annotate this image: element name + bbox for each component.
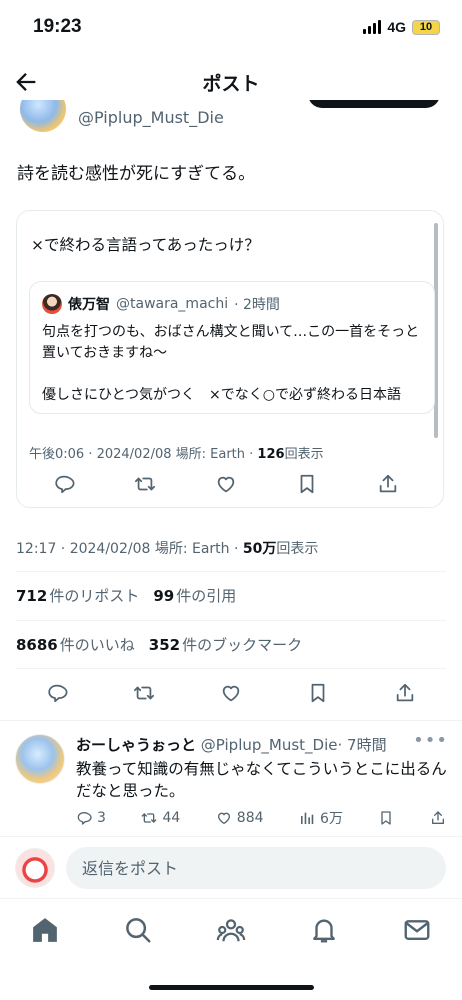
messages-icon[interactable] [402,915,432,945]
reply-age: · 7時間 [337,736,387,754]
reply-post[interactable]: おーしゃうぉっと @Piplup_Must_Die· 7時間 ••• 教養って知… [0,722,462,834]
status-bar: 19:23 4G 10 [0,0,462,56]
reposts-stat[interactable]: 712 件のリポスト [16,587,139,605]
like-icon[interactable] [215,473,237,495]
quoted-author-name[interactable]: 俵万智 [68,294,110,314]
reply-author-name[interactable]: おーしゃうぉっと [76,736,196,754]
quoted-post[interactable]: 俵万智 @tawara_machi · 2時間 句点を打つのも、おばさん構文と聞… [29,281,435,414]
reply-author-avatar[interactable] [15,734,65,784]
quoted-post-age: · 2時間 [234,297,280,313]
communities-icon[interactable] [216,915,246,945]
reply-actions: 3 44 884 6万 [76,808,446,828]
embedded-post-actions [53,473,399,495]
repost-icon [142,813,157,823]
author-avatar[interactable] [20,100,66,132]
follow-button[interactable] [308,100,440,108]
views-label: 回表示 [276,541,319,557]
embedded-post-views: 126 [257,447,285,462]
status-indicators: 4G 10 [363,19,440,35]
reply-icon[interactable] [46,682,68,704]
page-title: ポスト [202,73,260,95]
quoted-post-body: 句点を打つのも、おばさん構文と聞いて…この一首をそっと置いておきますね〜 優しさ… [42,322,422,406]
top-header: ポスト [0,56,462,106]
battery-icon: 10 [412,19,440,35]
divider [0,836,462,837]
notifications-icon[interactable] [309,915,339,945]
reply-views-button[interactable]: 6万 [299,808,343,828]
quoted-author-handle: @tawara_machi [116,296,229,312]
post-time: 12:17 · 2024/02/08 場所: Earth · [16,541,243,557]
quoted-post-line: 句点を打つのも、おばさん構文と聞いて…この一首をそっと置いておきますね〜 [42,324,420,361]
reply-header: おーしゃうぉっと @Piplup_Must_Die· 7時間 [76,734,387,755]
post-text: 詩を読む感性が死にすぎてる。 [17,164,256,184]
divider [0,720,462,721]
search-icon[interactable] [123,915,153,945]
embedded-post-meta: 午後0:06 · 2024/02/08 場所: Earth · 126回表示 [29,443,324,462]
post-meta: 12:17 · 2024/02/08 場所: Earth · 50万回表示 [16,538,318,558]
reply-author-handle: @Piplup_Must_Die [200,736,338,754]
like-count: 884 [236,810,264,826]
home-icon[interactable] [30,915,60,945]
reply-count: 3 [97,810,106,826]
repost-stats-row: 712 件のリポスト 99 件の引用 [16,585,236,606]
views-count: 6万 [320,811,343,827]
bookmark-icon[interactable] [307,682,329,704]
views-label: 回表示 [284,447,324,462]
share-icon[interactable] [394,682,416,704]
like-icon[interactable] [220,682,242,704]
quoted-post-header: 俵万智 @tawara_machi · 2時間 [42,294,280,314]
reply-composer [0,840,462,898]
quoted-post-line: 優しさにひとつ気がつく ×でなく○で必ず終わる日本語 [42,387,401,403]
network-type: 4G [387,19,406,35]
share-icon[interactable] [377,473,399,495]
embedded-post-text: ×で終わる言語ってあったっけ？ [31,236,260,254]
reply-icon[interactable] [53,473,75,495]
like-stats-row: 8686 件のいいね 352 件のブックマーク [16,634,302,655]
reply-icon [77,812,92,825]
analytics-icon [301,812,314,824]
likes-stat[interactable]: 8686 件のいいね [16,636,135,654]
quoted-author-avatar[interactable] [42,294,62,314]
reply-reply-button[interactable]: 3 [76,810,106,826]
reply-repost-button[interactable]: 44 [141,810,180,826]
repost-icon[interactable] [134,473,156,495]
bookmark-icon[interactable] [296,473,318,495]
share-icon[interactable] [430,810,446,826]
embedded-post[interactable]: ×で終わる言語ってあったっけ？ 俵万智 @tawara_machi · 2時間 … [16,210,444,508]
quotes-stat[interactable]: 99 件の引用 [153,587,236,605]
post-views: 50万 [242,541,277,557]
divider [16,668,446,669]
reply-input[interactable] [66,847,446,889]
divider [16,571,446,572]
reply-text: 教養って知識の有無じゃなくてこういうとこに出るんだなと思った。 [76,760,447,800]
bookmarks-stat[interactable]: 352 件のブックマーク [149,636,302,654]
author-handle[interactable]: @Piplup_Must_Die [78,108,224,127]
status-time: 19:23 [33,16,82,37]
bookmark-icon[interactable] [378,810,394,826]
author-row: @Piplup_Must_Die [0,100,462,136]
repost-count: 44 [162,810,181,826]
reply-like-button[interactable]: 884 [216,810,264,826]
divider [16,620,446,621]
signal-icon [363,20,382,34]
like-icon [217,812,230,824]
embedded-post-time: 午後0:06 · 2024/02/08 場所: Earth · [29,447,258,462]
home-indicator [149,985,314,990]
user-avatar[interactable] [15,848,55,888]
post-actions [46,682,416,704]
repost-icon[interactable] [133,682,155,704]
more-options-icon[interactable]: ••• [413,730,448,751]
